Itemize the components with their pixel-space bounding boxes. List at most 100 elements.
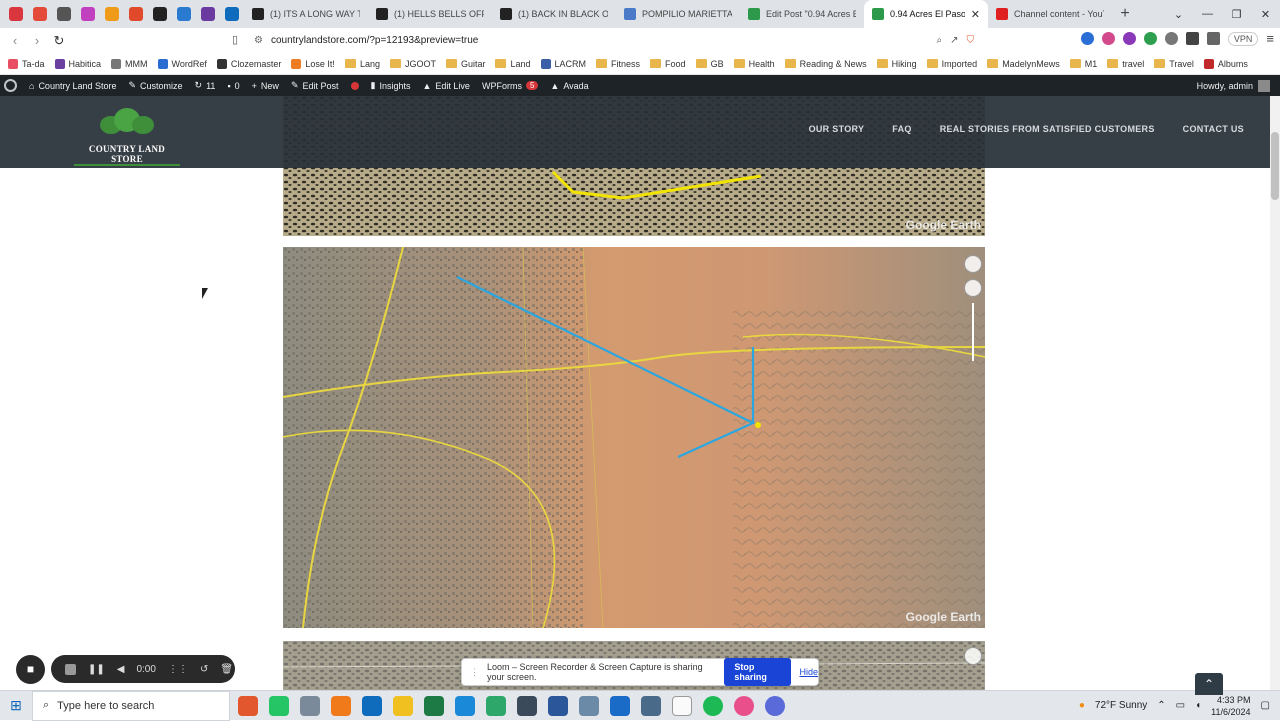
pinned-tab-8[interactable] <box>172 2 196 26</box>
pause-icon[interactable]: ❚❚ <box>88 664 105 675</box>
bookmark-food[interactable]: Food <box>650 59 686 69</box>
app-icon-3[interactable] <box>300 695 320 716</box>
brave-app-icon[interactable] <box>238 695 258 716</box>
restore-icon[interactable]: ❐ <box>1222 8 1251 21</box>
clock[interactable]: 4:33 PM 11/6/2024 <box>1211 694 1250 718</box>
app-icon-13[interactable] <box>610 695 630 716</box>
comments-link[interactable]: ▪ 0 <box>227 81 239 91</box>
edge-app-icon[interactable] <box>455 695 475 716</box>
app-icon-12[interactable] <box>579 695 599 716</box>
pinned-tab-10[interactable] <box>220 2 244 26</box>
extensions-puzzle-icon[interactable] <box>1164 32 1178 45</box>
nav-item-3[interactable]: REAL STORIES FROM SATISFIED CUSTOMERS <box>940 124 1155 134</box>
site-logo[interactable]: COUNTRY LAND STORE <box>74 106 180 166</box>
pinned-tab-3[interactable] <box>52 2 76 26</box>
pinned-tab-2[interactable] <box>28 2 52 26</box>
wpforms-link[interactable]: WPForms 5 <box>482 81 539 91</box>
edit-post-link[interactable]: ✎ Edit Post <box>291 80 339 91</box>
url-field[interactable]: ⚙ countrylandstore.com/?p=12193&preview=… <box>254 31 974 50</box>
back-icon[interactable]: ‹ <box>4 33 26 48</box>
minimize-icon[interactable]: — <box>1193 8 1222 21</box>
bookmark-travel[interactable]: travel <box>1107 59 1144 69</box>
camera-icon[interactable]: ■ <box>16 654 45 684</box>
weather-label[interactable]: 72°F Sunny <box>1095 700 1147 711</box>
volume-icon[interactable]: ◖ <box>1195 700 1201 711</box>
page-scrollbar[interactable] <box>1270 96 1280 690</box>
zoom-icon[interactable]: ⌕ <box>937 35 943 46</box>
stop-recording-icon[interactable] <box>65 663 76 675</box>
scroll-to-top-button[interactable]: ⌃ <box>1195 673 1223 695</box>
bookmark-lose-it-[interactable]: Lose It! <box>291 58 335 69</box>
bookmark-guitar[interactable]: Guitar <box>445 59 485 69</box>
pinned-tab-6[interactable] <box>124 2 148 26</box>
insights-link[interactable]: ▮ Insights <box>371 80 411 91</box>
network-icon[interactable]: ▭ <box>1176 700 1185 711</box>
bookmark-mmm[interactable]: MMM <box>111 58 148 69</box>
bookmark-lacrm[interactable]: LACRM <box>540 58 586 69</box>
reload-icon[interactable]: ↻ <box>48 33 70 49</box>
stop-sharing-button[interactable]: Stop sharing <box>724 658 792 686</box>
bookmark-wordref[interactable]: WordRef <box>157 58 207 69</box>
tab-7[interactable]: Channel content - YouTub <box>988 0 1112 28</box>
status-dot-icon[interactable] <box>350 81 359 90</box>
grid-icon[interactable]: ⋮⋮ <box>168 664 188 675</box>
tab-4[interactable]: POMPILIO MARIETTA V 0: <box>616 0 740 28</box>
bookmark-lang[interactable]: Lang <box>344 59 380 69</box>
excel-app-icon[interactable] <box>424 695 444 716</box>
new-tab-button[interactable]: + <box>1112 5 1138 23</box>
bookmark-health[interactable]: Health <box>733 59 775 69</box>
bookmark-gb[interactable]: GB <box>695 59 724 69</box>
rewind-icon[interactable]: ◀ <box>117 664 125 675</box>
share-icon[interactable]: ↗ <box>950 35 958 46</box>
map-look-control-icon[interactable] <box>964 255 982 273</box>
trash-icon[interactable]: 🗑 <box>220 664 233 675</box>
menu-icon[interactable]: ≡ <box>1266 31 1274 46</box>
bookmark-land[interactable]: Land <box>495 59 531 69</box>
tab-3[interactable]: (1) BACK IN BLACK OFFICI <box>492 0 616 28</box>
tab-1[interactable]: (1) ITS A LONG WAY TO TI <box>244 0 368 28</box>
rewards-icon[interactable] <box>1206 32 1220 45</box>
bookmark-hiking[interactable]: Hiking <box>876 59 917 69</box>
bookmark-reading-news[interactable]: Reading & News <box>784 59 867 69</box>
drag-handle-icon[interactable]: ⋮ <box>470 667 479 678</box>
tab-6[interactable]: 0.94 Acres El Paso ✕ <box>864 0 988 28</box>
windows-start-icon[interactable]: ⊞ <box>0 697 32 714</box>
outlook-app-icon[interactable] <box>362 695 382 716</box>
taskbar-search[interactable]: ⌕ Type here to search <box>32 690 230 721</box>
updates-link[interactable]: ↻ 11 <box>195 80 216 91</box>
app-icon-10[interactable] <box>517 695 537 716</box>
pinned-tab-5[interactable] <box>100 2 124 26</box>
wordpress-icon[interactable] <box>4 79 17 92</box>
admin-site-link[interactable]: ⌂ Country Land Store <box>29 81 116 91</box>
file-explorer-icon[interactable] <box>393 695 413 716</box>
restart-icon[interactable]: ↺ <box>200 664 208 675</box>
new-content-link[interactable]: + New <box>252 81 279 91</box>
brave-shield-icon[interactable]: ⛉ <box>967 35 975 46</box>
edit-live-link[interactable]: ▲ Edit Live <box>423 81 470 91</box>
scrollbar-thumb[interactable] <box>1271 132 1279 200</box>
notifications-icon[interactable]: ▢ <box>1261 700 1270 711</box>
close-tab-icon[interactable]: ✕ <box>971 8 980 21</box>
word-app-icon[interactable] <box>548 695 568 716</box>
forward-icon[interactable]: › <box>26 33 48 48</box>
firefox-app-icon[interactable] <box>331 695 351 716</box>
spotify-app-icon[interactable] <box>703 695 723 716</box>
close-window-icon[interactable]: ✕ <box>1251 8 1280 21</box>
bookmark-madelynmews[interactable]: MadelynMews <box>987 59 1060 69</box>
map-zoom-slider[interactable] <box>972 303 974 361</box>
bookmark-ta-da[interactable]: Ta-da <box>8 58 45 69</box>
extension-icon-3[interactable] <box>1122 32 1136 45</box>
bookmark-travel[interactable]: Travel <box>1154 59 1194 69</box>
nav-item-1[interactable]: OUR STORY <box>809 124 865 134</box>
chrome-app-icon[interactable] <box>734 695 754 716</box>
bookmark-habitica[interactable]: Habitica <box>54 58 101 69</box>
app-icon-9[interactable] <box>486 695 506 716</box>
tab-search-icon[interactable]: ⌄ <box>1164 8 1193 21</box>
bookmark-clozemaster[interactable]: Clozemaster <box>216 58 281 69</box>
vpn-button[interactable]: VPN <box>1227 31 1259 46</box>
tray-chevron-icon[interactable]: ⌃ <box>1157 700 1165 711</box>
bookmark-albums[interactable]: Albums <box>1203 58 1248 69</box>
sidebar-icon[interactable] <box>1185 32 1199 45</box>
pinned-tab-1[interactable] <box>4 2 28 26</box>
site-info-icon[interactable]: ⚙ <box>254 35 263 46</box>
